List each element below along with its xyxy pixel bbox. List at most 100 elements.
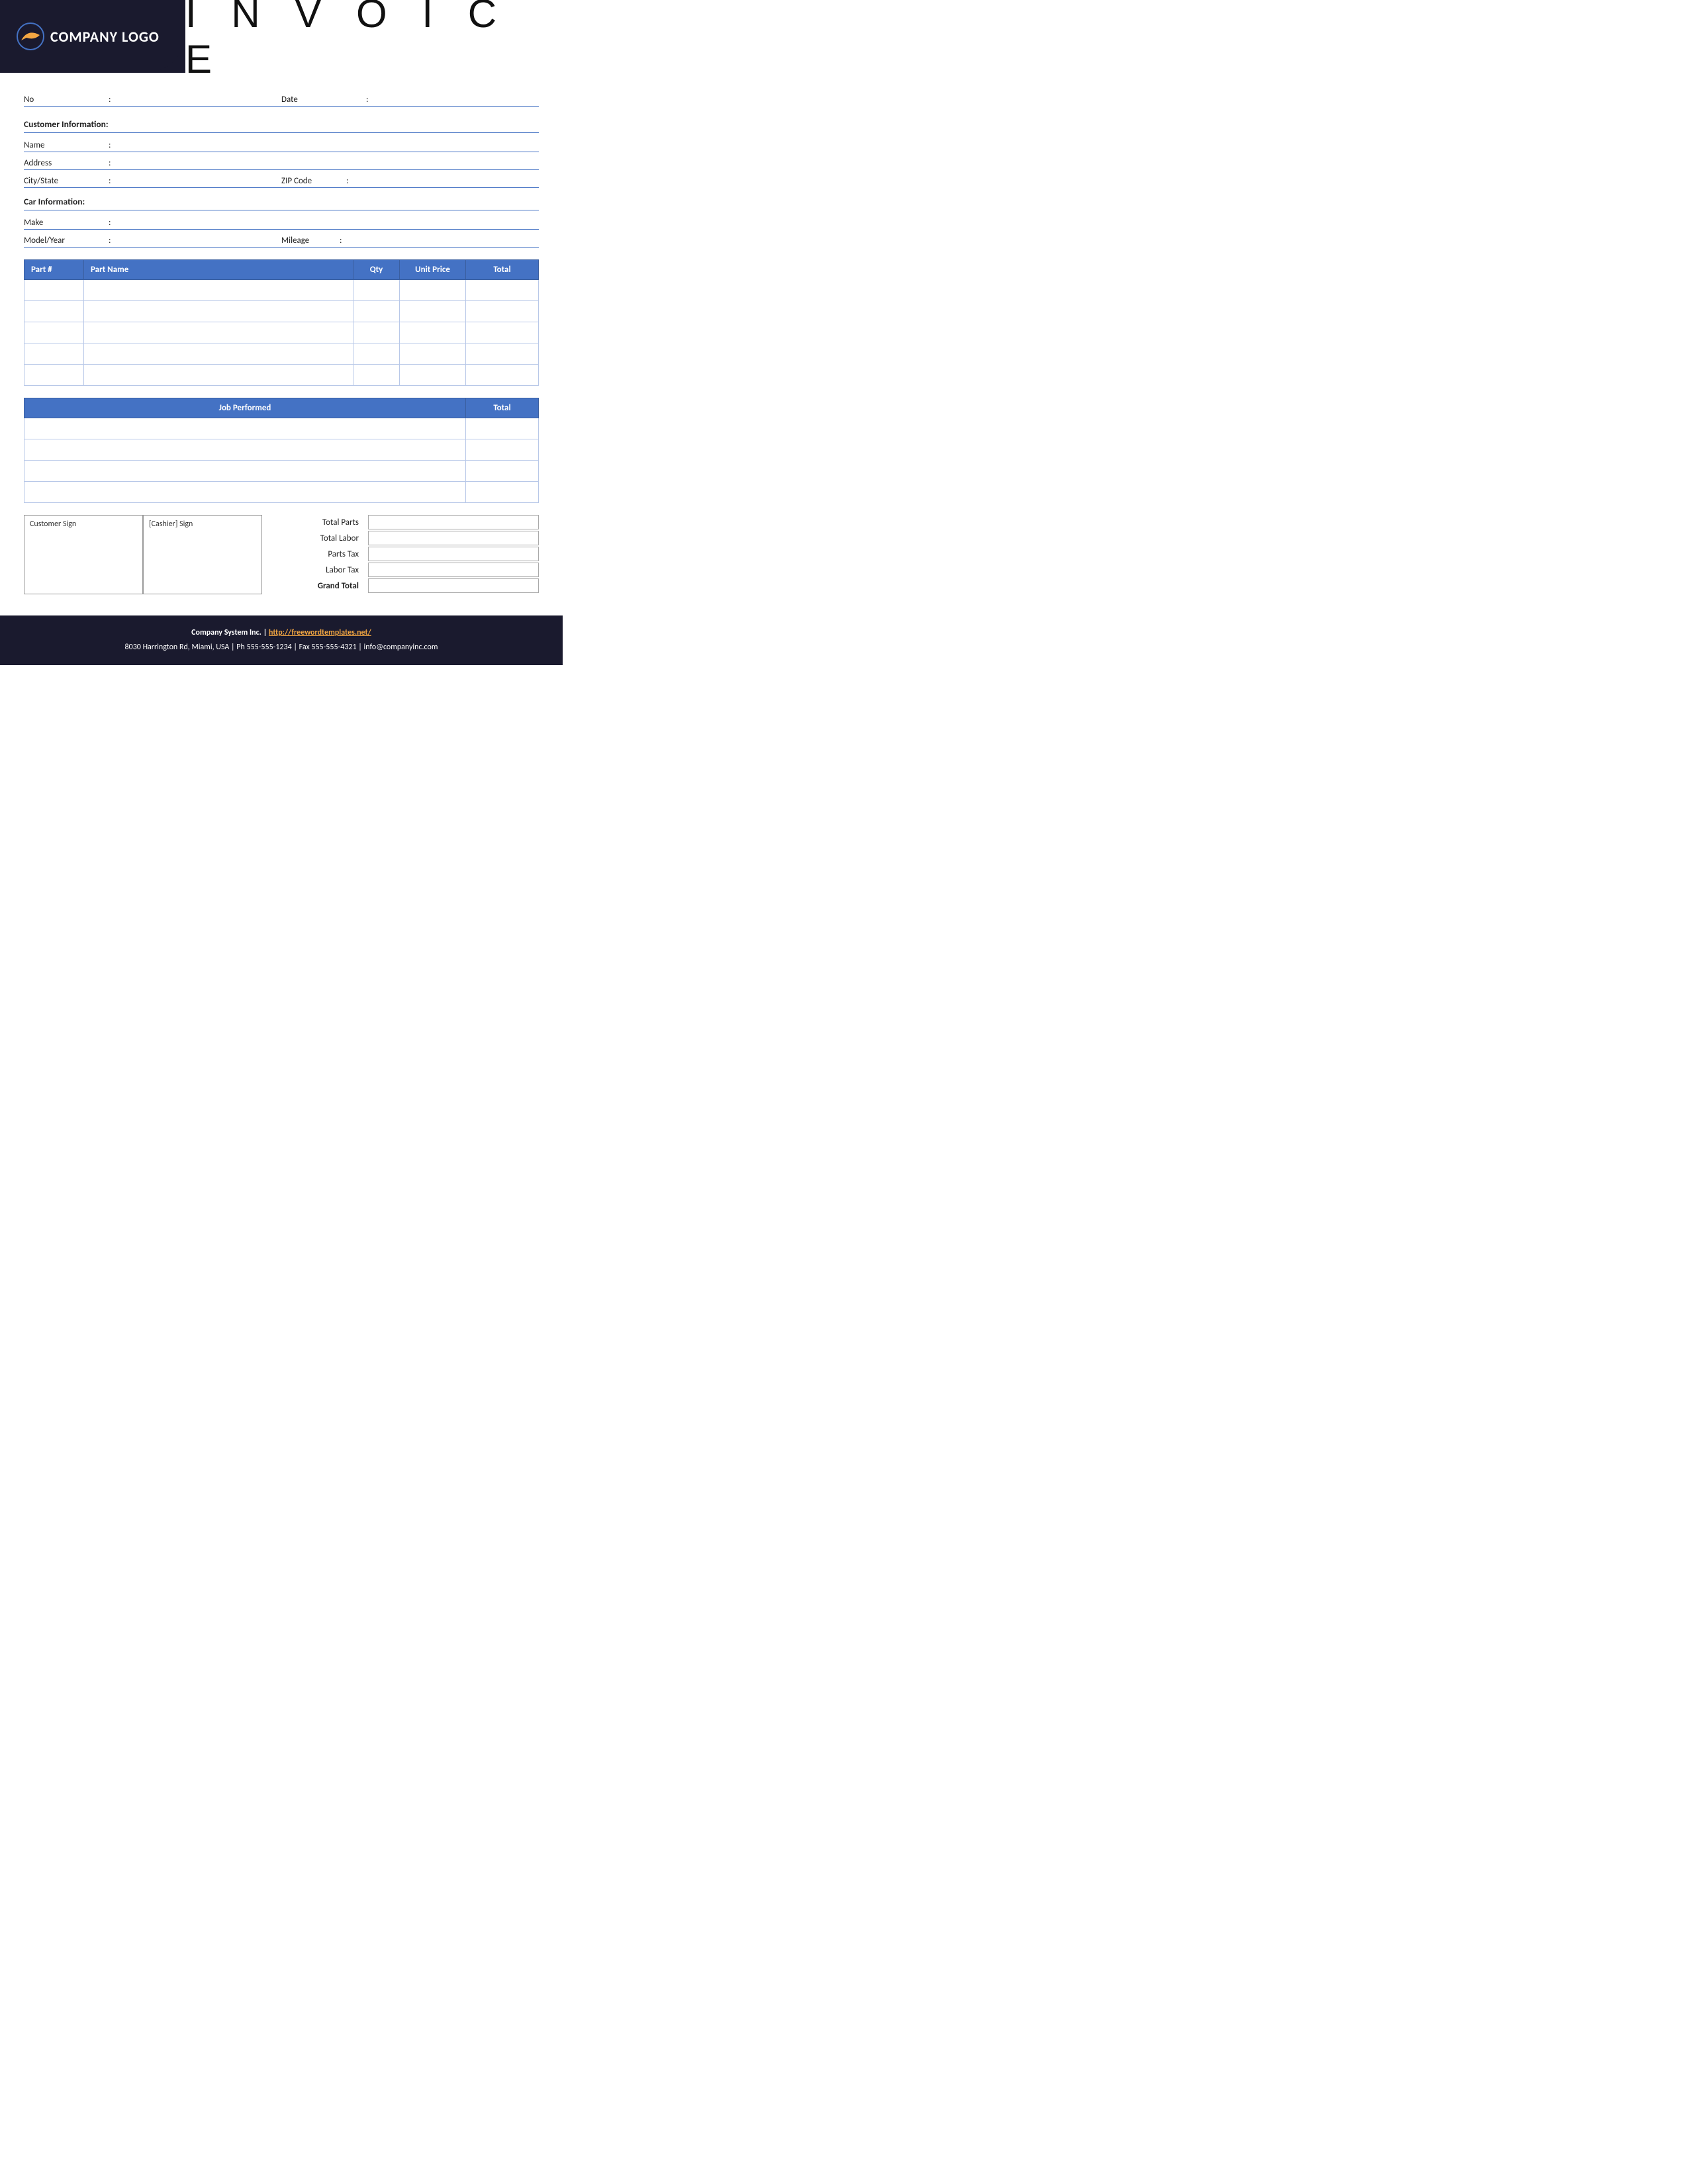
part-num-5 [24,365,84,386]
part-total-4 [466,343,539,365]
job-total-1 [466,418,539,439]
part-unitprice-3 [400,322,466,343]
total-parts-label: Total Parts [282,518,368,527]
job-row [24,418,539,439]
date-value [373,93,539,105]
part-total-5 [466,365,539,386]
address-row: Address : [24,152,539,170]
no-value [116,93,281,105]
address-colon: : [109,158,111,168]
total-parts-row: Total Parts [282,515,539,529]
zip-label: ZIP Code [281,176,341,186]
sign-boxes: Customer Sign [Cashier] Sign [24,515,262,594]
job-desc-3 [24,461,466,482]
main-content: No : Date : Customer Information: Name :… [0,73,563,594]
name-value [116,138,539,150]
part-name-2 [84,301,353,322]
no-colon: : [109,95,111,105]
part-name-5 [84,365,353,386]
zip-colon: : [346,176,348,186]
job-total-3 [466,461,539,482]
parts-row [24,322,539,343]
page-header: COMPANY LOGO I N V O I C E [0,0,563,73]
parts-header-partnum: Part # [24,260,84,280]
part-qty-2 [353,301,400,322]
footer-address: 8030 Harrington Rd, Miami, USA | Ph 555-… [7,641,556,655]
total-parts-value [368,515,539,529]
grand-total-row: Grand Total [282,578,539,593]
part-name-4 [84,343,353,365]
make-row: Make : [24,212,539,230]
name-label: Name [24,140,103,150]
part-unitprice-4 [400,343,466,365]
part-unitprice-2 [400,301,466,322]
customer-section-title: Customer Information: [24,118,539,133]
make-colon: : [109,218,111,228]
city-colon: : [109,176,111,186]
model-year-label: Model/Year [24,236,103,246]
make-value [116,216,539,228]
part-name-1 [84,280,353,301]
parts-header-total: Total [466,260,539,280]
part-total-3 [466,322,539,343]
parts-header-qty: Qty [353,260,400,280]
job-header-total: Total [466,398,539,418]
model-year-value [116,234,281,246]
job-row [24,482,539,503]
sign-area: Customer Sign [Cashier] Sign [24,515,262,594]
parts-row [24,343,539,365]
parts-tax-label: Parts Tax [282,549,368,559]
total-labor-value [368,531,539,545]
part-qty-3 [353,322,400,343]
labor-tax-value [368,563,539,577]
part-unitprice-1 [400,280,466,301]
parts-tax-value [368,547,539,561]
footer-website[interactable]: http://freewordtemplates.net/ [269,628,371,637]
parts-row [24,301,539,322]
job-row [24,439,539,461]
address-label: Address [24,158,103,168]
date-colon: : [366,95,368,105]
footer-separator: | [263,628,269,637]
part-num-2 [24,301,84,322]
logo-section: COMPANY LOGO [0,0,185,73]
invoice-title-section: I N V O I C E [185,0,563,73]
customer-sign-label: Customer Sign [30,520,76,529]
job-table: Job Performed Total [24,398,539,503]
total-labor-row: Total Labor [282,531,539,545]
car-section-title: Car Information: [24,196,539,210]
no-date-row: No : Date : [24,89,539,107]
job-header-job: Job Performed [24,398,466,418]
zip-value [353,174,539,186]
parts-header-unitprice: Unit Price [400,260,466,280]
labor-tax-row: Labor Tax [282,563,539,577]
job-desc-2 [24,439,466,461]
cashier-sign-label: [Cashier] Sign [149,520,193,529]
part-qty-4 [353,343,400,365]
logo-text: COMPANY LOGO [50,28,160,46]
logo-icon [16,22,45,51]
model-colon: : [109,236,111,246]
city-state-label: City/State [24,176,103,186]
invoice-title: I N V O I C E [185,0,536,82]
parts-header-partname: Part Name [84,260,353,280]
mileage-label: Mileage [281,236,334,246]
page-footer: Company System Inc. | http://freewordtem… [0,615,563,665]
name-row: Name : [24,134,539,152]
part-num-1 [24,280,84,301]
bottom-section: Customer Sign [Cashier] Sign Total Parts… [24,515,539,594]
city-state-value [116,174,281,186]
job-desc-1 [24,418,466,439]
make-label: Make [24,218,103,228]
parts-row [24,280,539,301]
part-total-1 [466,280,539,301]
customer-sign-box: Customer Sign [24,515,143,594]
part-total-2 [466,301,539,322]
date-label: Date [281,95,361,105]
mileage-colon: : [340,236,342,246]
part-num-3 [24,322,84,343]
address-value [116,156,539,168]
name-colon: : [109,140,111,150]
job-total-2 [466,439,539,461]
job-row [24,461,539,482]
